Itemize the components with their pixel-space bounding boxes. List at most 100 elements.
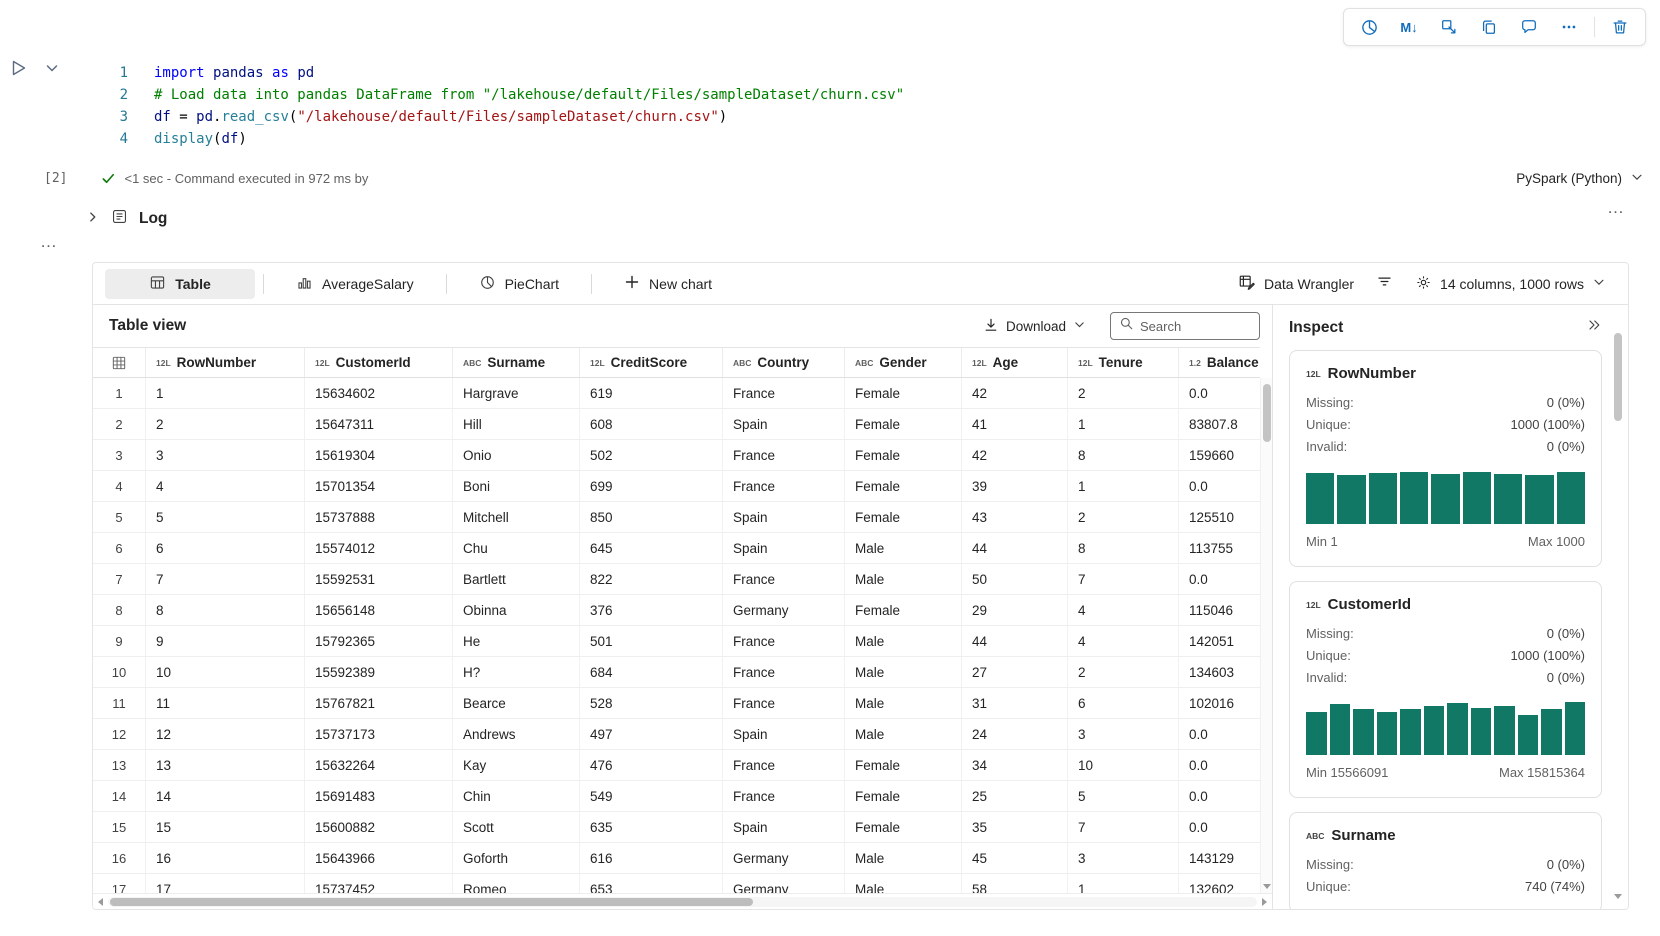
log-section-header[interactable]: Log	[86, 208, 167, 230]
table-row[interactable]: 161615643966Goforth616GermanyMale4531431…	[93, 843, 1260, 874]
table-row[interactable]: 101015592389H?684FranceMale272134603	[93, 657, 1260, 688]
delete-cell-icon[interactable]	[1605, 13, 1635, 41]
table-row[interactable]: 111115767821Bearce528FranceMale316102016	[93, 688, 1260, 719]
data-wrangler-button[interactable]: Data Wrangler	[1238, 273, 1354, 294]
row-number-cell: 10	[93, 657, 146, 687]
row-number-cell: 6	[93, 533, 146, 563]
select-all-header[interactable]	[93, 348, 146, 377]
column-name: Surname	[487, 355, 545, 370]
table-cell: 376	[580, 595, 723, 625]
code-line[interactable]: 1import pandas as pd	[92, 62, 1530, 84]
stat-value: 0 (0%)	[1547, 392, 1585, 414]
table-row[interactable]: 131315632264Kay476FranceFemale34100.0	[93, 750, 1260, 781]
column-header-tenure[interactable]: 12LTenure	[1068, 348, 1179, 377]
scroll-right-arrow-icon[interactable]	[1262, 898, 1267, 906]
table-cell: Goforth	[453, 843, 580, 873]
table-row[interactable]: 121215737173Andrews497SpainMale2430.0	[93, 719, 1260, 750]
column-header-surname[interactable]: ABCSurname	[453, 348, 580, 377]
log-more-icon[interactable]: …	[1607, 198, 1626, 218]
download-button[interactable]: Download	[983, 317, 1086, 336]
table-cell: 42	[962, 378, 1068, 408]
tab-averagesalary[interactable]: AverageSalary	[272, 269, 438, 299]
histogram-bar	[1337, 475, 1365, 524]
comment-icon[interactable]	[1514, 13, 1544, 41]
code-token: as	[272, 62, 289, 84]
table-cell: Female	[845, 812, 962, 842]
column-header-country[interactable]: ABCCountry	[723, 348, 845, 377]
tab-piechart[interactable]: PieChart	[455, 269, 583, 299]
scroll-left-arrow-icon[interactable]	[98, 898, 103, 906]
scroll-down-arrow-icon[interactable]	[1614, 894, 1622, 899]
horizontal-scrollbar[interactable]	[93, 893, 1272, 909]
inspect-scrollbar[interactable]	[1613, 333, 1623, 901]
inspect-scrollbar-thumb[interactable]	[1614, 333, 1622, 421]
table-cell: 25	[962, 781, 1068, 811]
search-input[interactable]	[1140, 319, 1251, 334]
horizontal-scrollbar-thumb[interactable]	[110, 898, 753, 906]
table-cell: France	[723, 688, 845, 718]
code-line[interactable]: 3df = pd.read_csv("/lakehouse/default/Fi…	[92, 106, 1530, 128]
table-row[interactable]: 141415691483Chin549FranceFemale2550.0	[93, 781, 1260, 812]
histogram-bar	[1306, 712, 1327, 755]
filter-icon[interactable]	[1376, 273, 1393, 295]
table-cell: Female	[845, 440, 962, 470]
code-line[interactable]: 2# Load data into pandas DataFrame from …	[92, 84, 1530, 106]
pie-chart-icon	[479, 274, 496, 294]
more-options-icon[interactable]	[1554, 13, 1584, 41]
code-lines: 1import pandas as pd2# Load data into pa…	[92, 62, 1530, 150]
table-row[interactable]: 6615574012Chu645SpainMale448113755	[93, 533, 1260, 564]
kernel-selector[interactable]: PySpark (Python)	[1516, 170, 1644, 187]
table-row[interactable]: 5515737888Mitchell850SpainFemale43212551…	[93, 502, 1260, 533]
table-row[interactable]: 9915792365He501FranceMale444142051	[93, 626, 1260, 657]
vertical-scrollbar[interactable]	[1260, 378, 1272, 893]
histogram-bar	[1431, 474, 1459, 524]
table-cell: 684	[580, 657, 723, 687]
column-header-rownumber[interactable]: 12LRowNumber	[146, 348, 305, 377]
run-cell-icon[interactable]	[8, 58, 28, 81]
inspect-column-name: CustomerId	[1328, 596, 1411, 613]
table-cell: 142051	[1179, 626, 1260, 656]
table-row[interactable]: 3315619304Onio502FranceFemale428159660	[93, 440, 1260, 471]
column-header-balance[interactable]: 1.2Balance	[1179, 348, 1260, 377]
code-editor[interactable]: 1import pandas as pd2# Load data into pa…	[92, 62, 1530, 150]
copy-cell-icon[interactable]	[1474, 13, 1504, 41]
scroll-down-arrow-icon[interactable]	[1263, 884, 1271, 889]
column-header-age[interactable]: 12LAge	[962, 348, 1068, 377]
table-row[interactable]: 2215647311Hill608SpainFemale41183807.8	[93, 409, 1260, 440]
table-row[interactable]: 7715592531Bartlett822FranceMale5070.0	[93, 564, 1260, 595]
move-cell-icon[interactable]	[1434, 13, 1464, 41]
download-icon	[983, 317, 999, 336]
histogram-bar	[1525, 475, 1553, 524]
vertical-scrollbar-thumb[interactable]	[1263, 384, 1271, 442]
row-number-cell: 9	[93, 626, 146, 656]
columns-rows-selector[interactable]: 14 columns, 1000 rows	[1415, 274, 1606, 294]
table-cell: 0.0	[1179, 750, 1260, 780]
min-max-row: Min 1Max 1000	[1306, 532, 1585, 552]
code-line[interactable]: 4display(df)	[92, 128, 1530, 150]
column-name: Age	[993, 355, 1019, 370]
table-row[interactable]: 1115634602Hargrave619FranceFemale4220.0	[93, 378, 1260, 409]
markdown-icon[interactable]: M↓	[1394, 13, 1424, 41]
table-row[interactable]: 151515600882Scott635SpainFemale3570.0	[93, 812, 1260, 843]
column-header-gender[interactable]: ABCGender	[845, 348, 962, 377]
cell-more-icon[interactable]: …	[40, 232, 58, 252]
table-cell: Male	[845, 843, 962, 873]
tab-new-chart[interactable]: New chart	[600, 269, 736, 299]
chart-output-icon[interactable]	[1354, 13, 1384, 41]
collapse-panel-icon[interactable]	[1586, 317, 1602, 338]
table-view-title: Table view	[109, 317, 186, 335]
table-cell: 822	[580, 564, 723, 594]
table-cell: 0.0	[1179, 564, 1260, 594]
column-header-customerid[interactable]: 12LCustomerId	[305, 348, 453, 377]
tab-table[interactable]: Table	[105, 269, 255, 299]
table-cell: 10	[1068, 750, 1179, 780]
table-row[interactable]: 8815656148Obinna376GermanyFemale29411504…	[93, 595, 1260, 626]
horizontal-scrollbar-track[interactable]	[108, 897, 1257, 907]
tab-label: New chart	[649, 276, 712, 292]
column-header-creditscore[interactable]: 12LCreditScore	[580, 348, 723, 377]
table-cell: 43	[962, 502, 1068, 532]
cell-collapse-chevron-icon[interactable]	[44, 60, 60, 79]
table-row[interactable]: 4415701354Boni699FranceFemale3910.0	[93, 471, 1260, 502]
search-box[interactable]	[1110, 312, 1260, 340]
table-body: 1115634602Hargrave619FranceFemale4220.02…	[93, 378, 1260, 909]
